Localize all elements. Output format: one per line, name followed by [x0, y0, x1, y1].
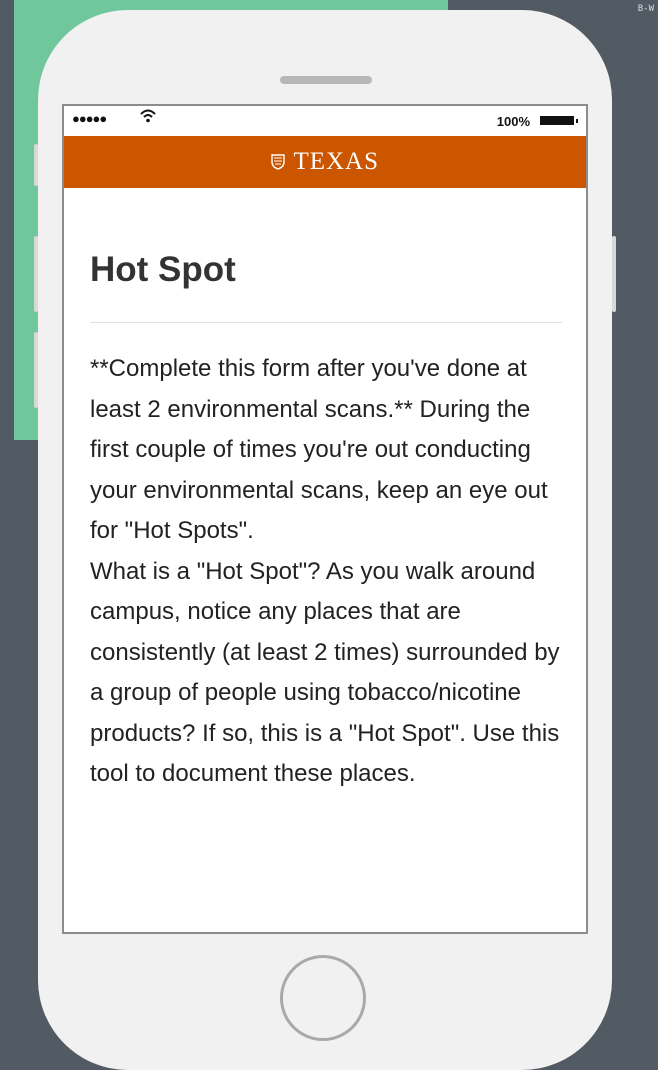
signal-icon: ●●●●●	[72, 111, 107, 126]
home-button[interactable]	[280, 955, 366, 1041]
battery-icon	[540, 116, 578, 125]
ut-shield-icon	[271, 154, 285, 170]
phone-side-button-power	[612, 236, 616, 312]
battery-percent: 100%	[496, 114, 530, 129]
title-divider	[90, 322, 562, 323]
status-bar: ●●●●● 100%	[64, 106, 586, 136]
instructions-text: **Complete this form after you've done a…	[90, 349, 570, 795]
phone-speaker	[280, 76, 372, 84]
texas-logo-text: TEXAS	[293, 148, 379, 175]
page-title: Hot Spot	[90, 250, 236, 289]
phone-screen: ●●●●● 100% TEXAS Hot Spot **Complete thi…	[62, 104, 588, 934]
phone-side-button-mute	[34, 144, 38, 186]
instructions-paragraph-1: **Complete this form after you've done a…	[90, 355, 548, 544]
background-strip	[0, 0, 14, 440]
instructions-paragraph-2: What is a "Hot Spot"? As you walk around…	[90, 557, 560, 788]
wifi-icon	[140, 109, 156, 126]
app-header: TEXAS	[64, 136, 586, 188]
corner-label: B-W	[637, 4, 654, 14]
phone-side-button-volume-up	[34, 236, 38, 312]
phone-side-button-volume-down	[34, 332, 38, 408]
